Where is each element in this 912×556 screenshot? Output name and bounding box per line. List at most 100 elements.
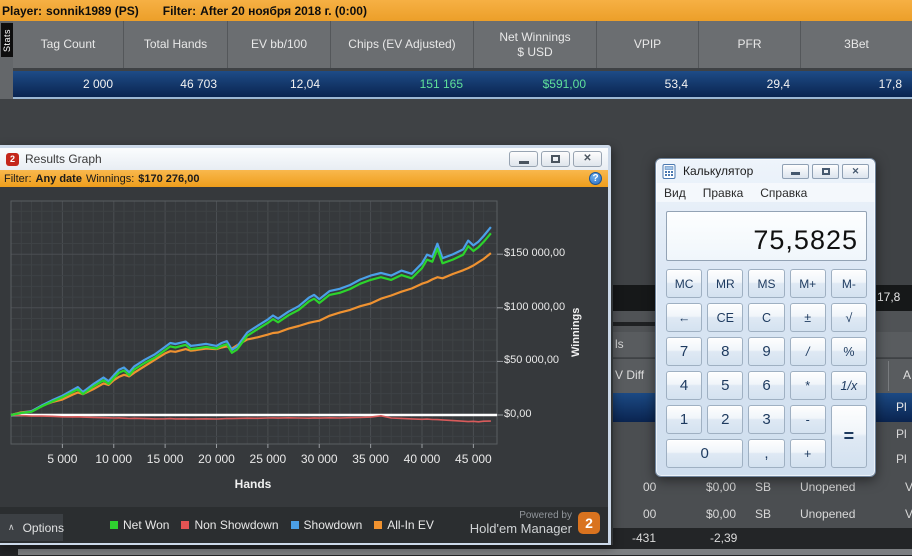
hm2-brand-icon: 2 [578, 512, 600, 534]
column-header-vpip[interactable]: VPIP [596, 21, 698, 68]
menu-help[interactable]: Справка [760, 186, 807, 200]
minimize-button[interactable] [782, 163, 809, 179]
column-header-total-hands[interactable]: Total Hands [123, 21, 227, 68]
calc-key-←[interactable]: ← [666, 303, 703, 332]
calc-key-M+[interactable]: M+ [789, 269, 826, 298]
minimize-button[interactable] [509, 151, 538, 167]
legend-swatch-non-showdown [181, 521, 190, 529]
menu-edit[interactable]: Правка [703, 186, 744, 200]
calc-key-*[interactable]: * [789, 371, 826, 400]
cell-chips-ev: 151 165 [419, 77, 463, 91]
options-button[interactable]: ∧ Options [0, 514, 64, 541]
filter-value: After 20 ноября 2018 г. (0:00) [200, 3, 367, 18]
results-graph-titlebar[interactable]: 2 Results Graph ✕ [0, 148, 608, 170]
graph-filter-value: Any date [35, 172, 82, 185]
help-icon[interactable]: ? [589, 172, 602, 185]
calculator-icon [662, 163, 676, 179]
maximize-button[interactable] [541, 151, 570, 167]
winnings-value: $170 276,00 [138, 172, 200, 185]
calc-key-MC[interactable]: MC [666, 269, 703, 298]
calc-key-7[interactable]: 7 [666, 337, 703, 366]
cell-action: Unopened [800, 480, 856, 494]
calculator-menubar: Вид Правка Справка [656, 183, 875, 202]
divider-line [613, 322, 656, 326]
calc-key-CE[interactable]: CE [707, 303, 744, 332]
calc-key-,[interactable]: , [748, 439, 785, 468]
column-header-ev-bb100[interactable]: EV bb/100 [227, 21, 330, 68]
calc-key-C[interactable]: C [748, 303, 785, 332]
chart-legend: Net Won Non Showdown Showdown All-In EV [110, 507, 434, 543]
calc-key-MR[interactable]: MR [707, 269, 744, 298]
summary-value-1: -431 [632, 531, 657, 545]
calc-key-5[interactable]: 5 [707, 371, 744, 400]
column-header-tag-count[interactable]: Tag Count [13, 21, 123, 68]
calculator-display: 75,5825 [666, 211, 867, 261]
calc-key-9[interactable]: 9 [748, 337, 785, 366]
desktop: Player: sonnik1989 (PS) Filter: After 20… [0, 0, 912, 556]
calc-key-±[interactable]: ± [789, 303, 826, 332]
stats-table-row[interactable]: 2 000 46 703 12,04 151 165 $591,00 53,4 … [13, 71, 912, 97]
row-partial-text: Pl [896, 452, 907, 466]
calc-key-6[interactable]: 6 [748, 371, 785, 400]
calc-key-+[interactable]: + [789, 439, 826, 468]
legend-item-non-showdown: Non Showdown [181, 518, 279, 532]
calc-key--[interactable]: - [789, 405, 826, 434]
cell-amount: 00 [643, 507, 657, 521]
calc-key-2[interactable]: 2 [707, 405, 744, 434]
cell-position: SB [755, 507, 772, 521]
calculator-keypad: MC MR MS M+ M- ← CE C ± √ 7 8 9/% 4 5 6 * 1/x 1 2 3- = 0, + [666, 269, 867, 468]
close-button[interactable]: ✕ [573, 151, 602, 167]
calc-key-√[interactable]: √ [830, 303, 867, 332]
calc-key-8[interactable]: 8 [707, 337, 744, 366]
table-row[interactable]: 00 $0,00 SB Unopened V [613, 475, 912, 500]
legend-swatch-showdown [290, 521, 299, 529]
legend-label: Showdown [303, 518, 363, 532]
calc-key-3[interactable]: 3 [748, 405, 785, 434]
column-header-3bet[interactable]: 3Bet [800, 21, 912, 68]
calculator-titlebar[interactable]: Калькулятор ✕ [656, 159, 875, 183]
calc-key-%[interactable]: % [830, 337, 867, 366]
maximize-button[interactable] [812, 163, 839, 179]
y-axis-tick: $50 000,00 [504, 354, 560, 367]
calculator-window: Калькулятор ✕ Вид Правка Справка 75,5825… [655, 158, 876, 477]
y-axis-tick: $150 000,00 [504, 247, 566, 260]
cell-vpip: 53,4 [664, 77, 688, 91]
calc-key-MS[interactable]: MS [748, 269, 785, 298]
minimize-icon [791, 172, 800, 175]
cell-value: $0,00 [706, 507, 737, 521]
winnings-label: Winnings: [85, 172, 135, 185]
calc-key-/[interactable]: / [789, 337, 826, 366]
calc-key-=[interactable]: = [830, 405, 867, 468]
calc-key-4[interactable]: 4 [666, 371, 703, 400]
calc-key-1/x[interactable]: 1/x [830, 371, 867, 400]
ev-diff-column-header[interactable]: V Diff [615, 368, 644, 382]
close-icon: ✕ [583, 153, 592, 164]
legend-label: Non Showdown [194, 518, 279, 532]
taskbar-edge [18, 549, 912, 555]
column-header-chips-ev[interactable]: Chips (EV Adjusted) [330, 21, 473, 68]
cell-total-hands: 46 703 [180, 77, 217, 91]
table-row[interactable]: 00 $0,00 SB Unopened V [613, 502, 912, 527]
menu-view[interactable]: Вид [664, 186, 686, 200]
graph-bottom-bar: ∧ Options Net Won Non Showdown Showdown [0, 507, 608, 543]
calculator-title: Калькулятор [683, 164, 754, 178]
column-header-pfr[interactable]: PFR [698, 21, 800, 68]
maximize-icon [551, 155, 560, 163]
close-icon: ✕ [851, 165, 860, 176]
tab-stats[interactable]: Stats [1, 23, 13, 57]
player-filter-bar: Player: sonnik1989 (PS) Filter: After 20… [0, 0, 912, 21]
calculator-display-value: 75,5825 [753, 225, 858, 255]
legend-item-all-in-ev: All-In EV [374, 518, 434, 532]
calc-key-1[interactable]: 1 [666, 405, 703, 434]
partial-column-header[interactable]: A [903, 368, 911, 382]
column-header-net-winnings[interactable]: Net Winnings $ USD [473, 21, 596, 68]
cell-value: $0,00 [706, 480, 737, 494]
cell-pfr: 29,4 [766, 77, 790, 91]
calc-key-0[interactable]: 0 [666, 439, 744, 468]
player-label: Player: [2, 3, 43, 18]
stats-row-underline [13, 97, 912, 99]
close-button[interactable]: ✕ [842, 163, 869, 179]
calc-key-M-[interactable]: M- [830, 269, 867, 298]
column-separator [888, 361, 889, 391]
legend-label: All-In EV [387, 518, 434, 532]
